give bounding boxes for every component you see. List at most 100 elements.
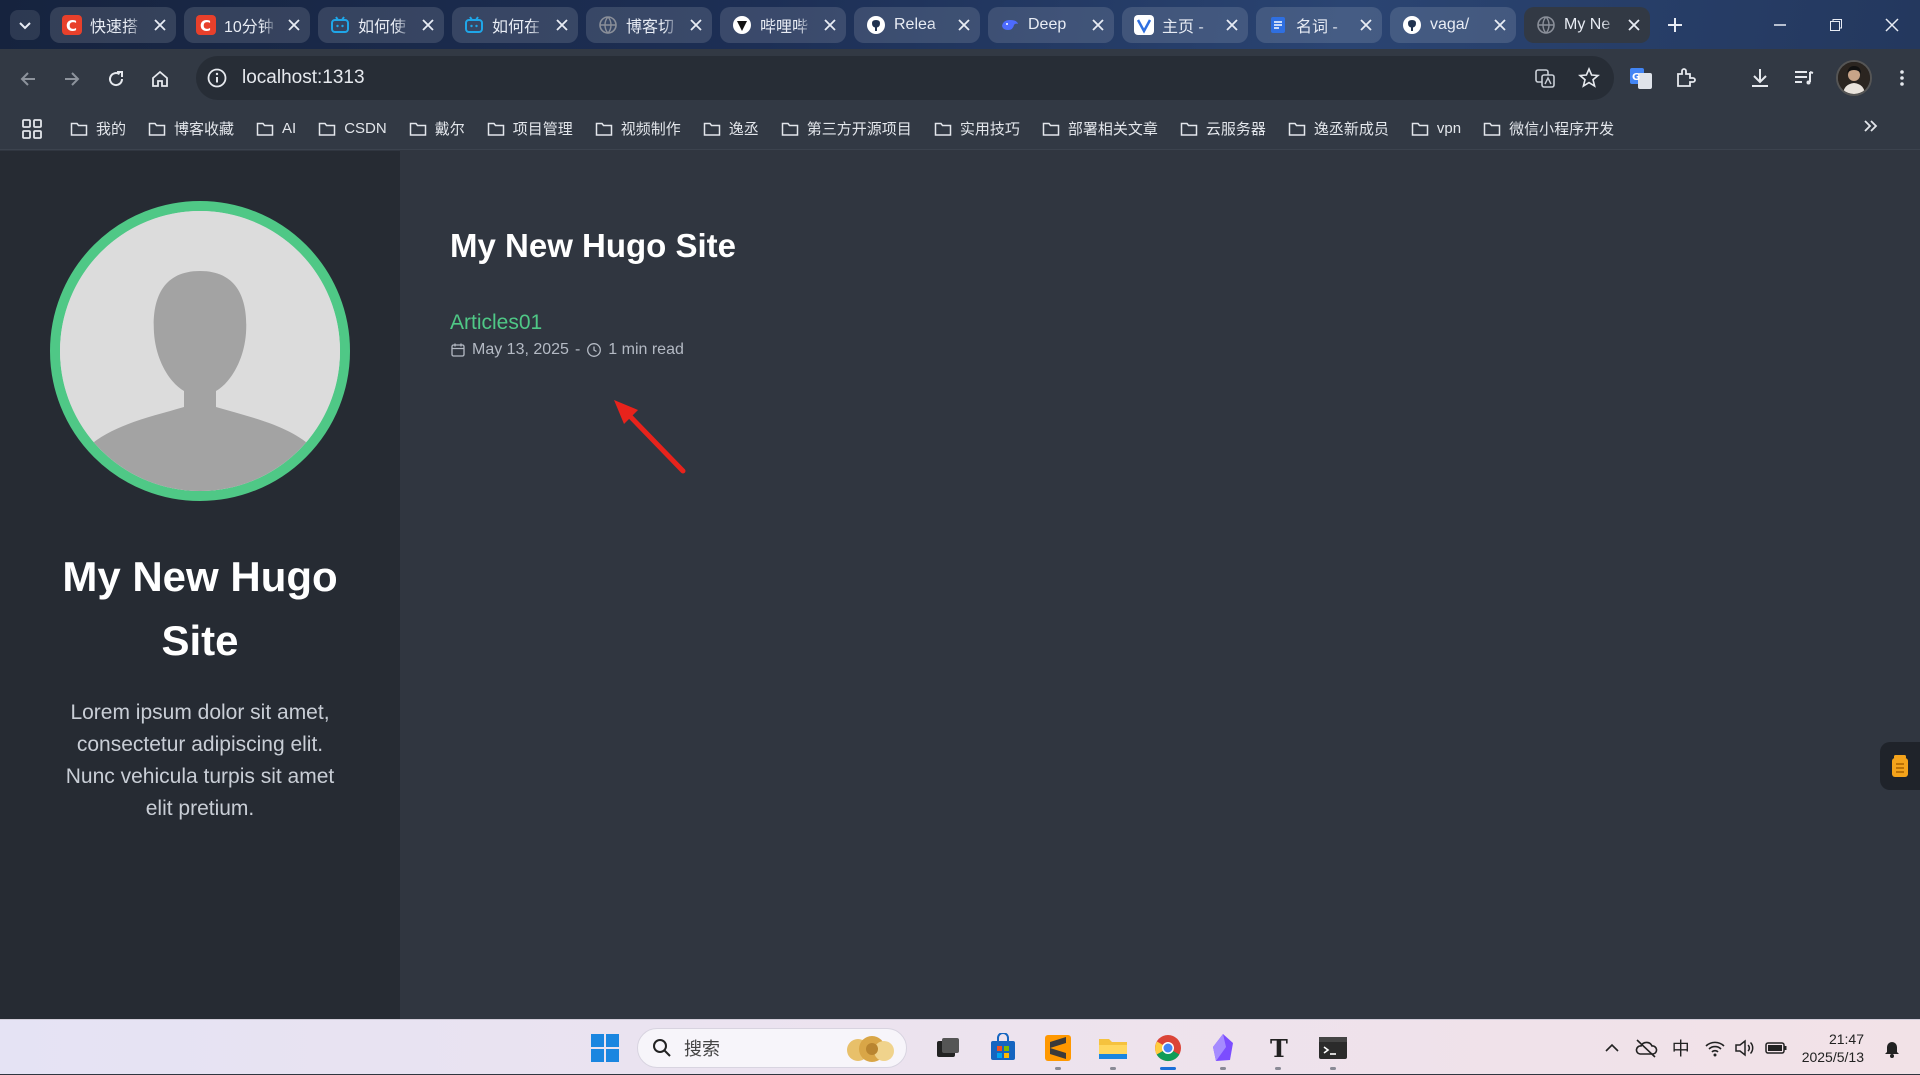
extensions-icon[interactable] bbox=[1674, 66, 1698, 90]
bookmark-folder[interactable]: 第三方开源项目 bbox=[781, 118, 912, 139]
globe-icon bbox=[599, 15, 617, 34]
browser-tab[interactable]: My Ne bbox=[1524, 6, 1650, 43]
back-button[interactable] bbox=[6, 57, 50, 101]
tab-close-icon[interactable] bbox=[152, 17, 168, 33]
task-view-button[interactable] bbox=[925, 1025, 971, 1071]
clock[interactable]: 21:47 2025/5/13 bbox=[1802, 1030, 1864, 1066]
tab-close-icon[interactable] bbox=[1358, 17, 1374, 33]
browser-tab[interactable]: 如何在 bbox=[452, 6, 578, 43]
network-button[interactable] bbox=[1704, 1038, 1788, 1057]
start-button[interactable] bbox=[582, 1025, 628, 1071]
bookmark-folder[interactable]: 实用技巧 bbox=[934, 118, 1020, 139]
tab-close-icon[interactable] bbox=[1090, 17, 1106, 33]
minimize-button[interactable] bbox=[1752, 0, 1808, 49]
translate-icon[interactable] bbox=[1534, 67, 1556, 89]
tab-close-icon[interactable] bbox=[1492, 17, 1508, 33]
main-content: My New Hugo Site Articles01 May 13, 2025… bbox=[450, 151, 1920, 1019]
browser-tab[interactable]: Deep bbox=[988, 6, 1114, 43]
taskbar-file-explorer[interactable] bbox=[1090, 1025, 1136, 1071]
browser-tab[interactable]: C 10分钟 bbox=[184, 6, 310, 43]
taskbar-terminal[interactable] bbox=[1310, 1025, 1356, 1071]
bookmark-folder[interactable]: 微信小程序开发 bbox=[1483, 118, 1614, 139]
bookmark-folder[interactable]: vpn bbox=[1411, 120, 1461, 137]
bookmark-folder[interactable]: 我的 bbox=[70, 118, 126, 139]
browser-tab[interactable]: 名词 - bbox=[1256, 6, 1382, 43]
close-window-button[interactable] bbox=[1864, 0, 1920, 49]
tab-favicon bbox=[1000, 15, 1020, 35]
browser-tab[interactable]: C 快速搭 bbox=[50, 6, 176, 43]
bookmark-folder[interactable]: 博客收藏 bbox=[148, 118, 234, 139]
restore-icon bbox=[1830, 18, 1842, 31]
bookmark-folder[interactable]: 逸丞新成员 bbox=[1288, 118, 1389, 139]
tab-close-icon[interactable] bbox=[420, 17, 436, 33]
bookmark-folder[interactable]: 项目管理 bbox=[487, 118, 573, 139]
github-icon bbox=[1403, 15, 1421, 34]
forward-button[interactable] bbox=[50, 57, 94, 101]
tray-overflow-button[interactable] bbox=[1604, 1040, 1620, 1056]
profile-avatar[interactable] bbox=[1836, 60, 1872, 96]
taskbar-store[interactable] bbox=[980, 1025, 1026, 1071]
browser-toolbar: localhost:1313 G bbox=[0, 49, 1920, 108]
onedrive-tray-button[interactable] bbox=[1634, 1038, 1658, 1058]
bookmark-label: 部署相关文章 bbox=[1067, 121, 1158, 138]
bookmarks-overflow-button[interactable] bbox=[1862, 117, 1880, 135]
media-control-icon[interactable] bbox=[1792, 66, 1816, 90]
bookmark-folder[interactable]: 视频制作 bbox=[595, 118, 681, 139]
browser-tab[interactable]: 博客切 bbox=[586, 6, 712, 43]
taskbar-search[interactable]: 搜索 bbox=[637, 1027, 907, 1068]
tab-close-icon[interactable] bbox=[286, 17, 302, 33]
csdn-icon: C bbox=[196, 14, 216, 35]
tab-close-icon[interactable] bbox=[554, 17, 570, 33]
windows-taskbar: 搜索 T 中 21:47 2025/5/13 bbox=[0, 1019, 1920, 1074]
site-info-icon[interactable] bbox=[206, 67, 228, 89]
address-text[interactable]: localhost:1313 bbox=[242, 67, 365, 89]
tab-title: vaga/ bbox=[1430, 15, 1470, 33]
bookmark-folder[interactable]: 戴尔 bbox=[409, 118, 465, 139]
more-menu-icon[interactable] bbox=[1892, 68, 1912, 88]
post-title-link[interactable]: Articles01 bbox=[450, 311, 542, 335]
home-button[interactable] bbox=[138, 57, 182, 101]
tab-close-icon[interactable] bbox=[1224, 17, 1240, 33]
bookmark-folder[interactable]: CSDN bbox=[318, 120, 387, 137]
new-tab-button[interactable] bbox=[1660, 10, 1690, 40]
floating-side-widget[interactable] bbox=[1880, 742, 1920, 790]
ime-indicator[interactable]: 中 bbox=[1672, 1035, 1690, 1061]
folder-icon bbox=[487, 122, 504, 136]
bookmark-label: 戴尔 bbox=[434, 121, 465, 138]
bookmark-label: 第三方开源项目 bbox=[806, 121, 912, 138]
address-bar[interactable]: localhost:1313 bbox=[196, 56, 1614, 100]
bookmark-folder[interactable]: AI bbox=[256, 120, 296, 137]
apps-grid-icon[interactable] bbox=[20, 117, 44, 141]
taskbar-obsidian[interactable] bbox=[1200, 1025, 1246, 1071]
folder-icon bbox=[703, 122, 721, 136]
tab-close-icon[interactable] bbox=[1626, 17, 1642, 33]
bookmark-folder[interactable]: 部署相关文章 bbox=[1042, 118, 1158, 139]
tab-favicon: C bbox=[62, 14, 82, 35]
svg-text:G: G bbox=[1632, 72, 1640, 83]
tab-close-icon[interactable] bbox=[956, 17, 972, 33]
sidebar-site-title[interactable]: My New Hugo Site bbox=[50, 545, 350, 673]
taskbar-typora[interactable]: T bbox=[1255, 1025, 1301, 1071]
browser-tab[interactable]: Relea bbox=[854, 6, 980, 43]
taskbar-sublime[interactable] bbox=[1035, 1025, 1081, 1071]
taskbar-chrome[interactable] bbox=[1145, 1025, 1191, 1071]
tab-title: Relea bbox=[894, 15, 936, 33]
tab-close-icon[interactable] bbox=[688, 17, 704, 33]
browser-tab[interactable]: vaga/ bbox=[1390, 6, 1516, 43]
terminal-icon bbox=[1319, 1036, 1347, 1059]
tab-search-button[interactable] bbox=[10, 9, 40, 40]
reload-button[interactable] bbox=[94, 57, 138, 101]
restore-button[interactable] bbox=[1808, 0, 1864, 49]
star-icon[interactable] bbox=[1578, 67, 1600, 89]
bookmark-folder[interactable]: 逸丞 bbox=[703, 118, 759, 139]
download-icon[interactable] bbox=[1748, 66, 1772, 90]
browser-tab[interactable]: 主页 - bbox=[1122, 6, 1248, 43]
tab-close-icon[interactable] bbox=[822, 17, 838, 33]
folder-icon bbox=[318, 122, 336, 136]
page-title: My New Hugo Site bbox=[450, 227, 737, 264]
google-translate-extension-icon[interactable]: G bbox=[1628, 65, 1654, 91]
notification-button[interactable] bbox=[1882, 1038, 1902, 1058]
bookmark-folder[interactable]: 云服务器 bbox=[1180, 118, 1266, 139]
browser-tab[interactable]: 如何使 bbox=[318, 6, 444, 43]
browser-tab[interactable]: 哔哩哔 bbox=[720, 6, 846, 43]
